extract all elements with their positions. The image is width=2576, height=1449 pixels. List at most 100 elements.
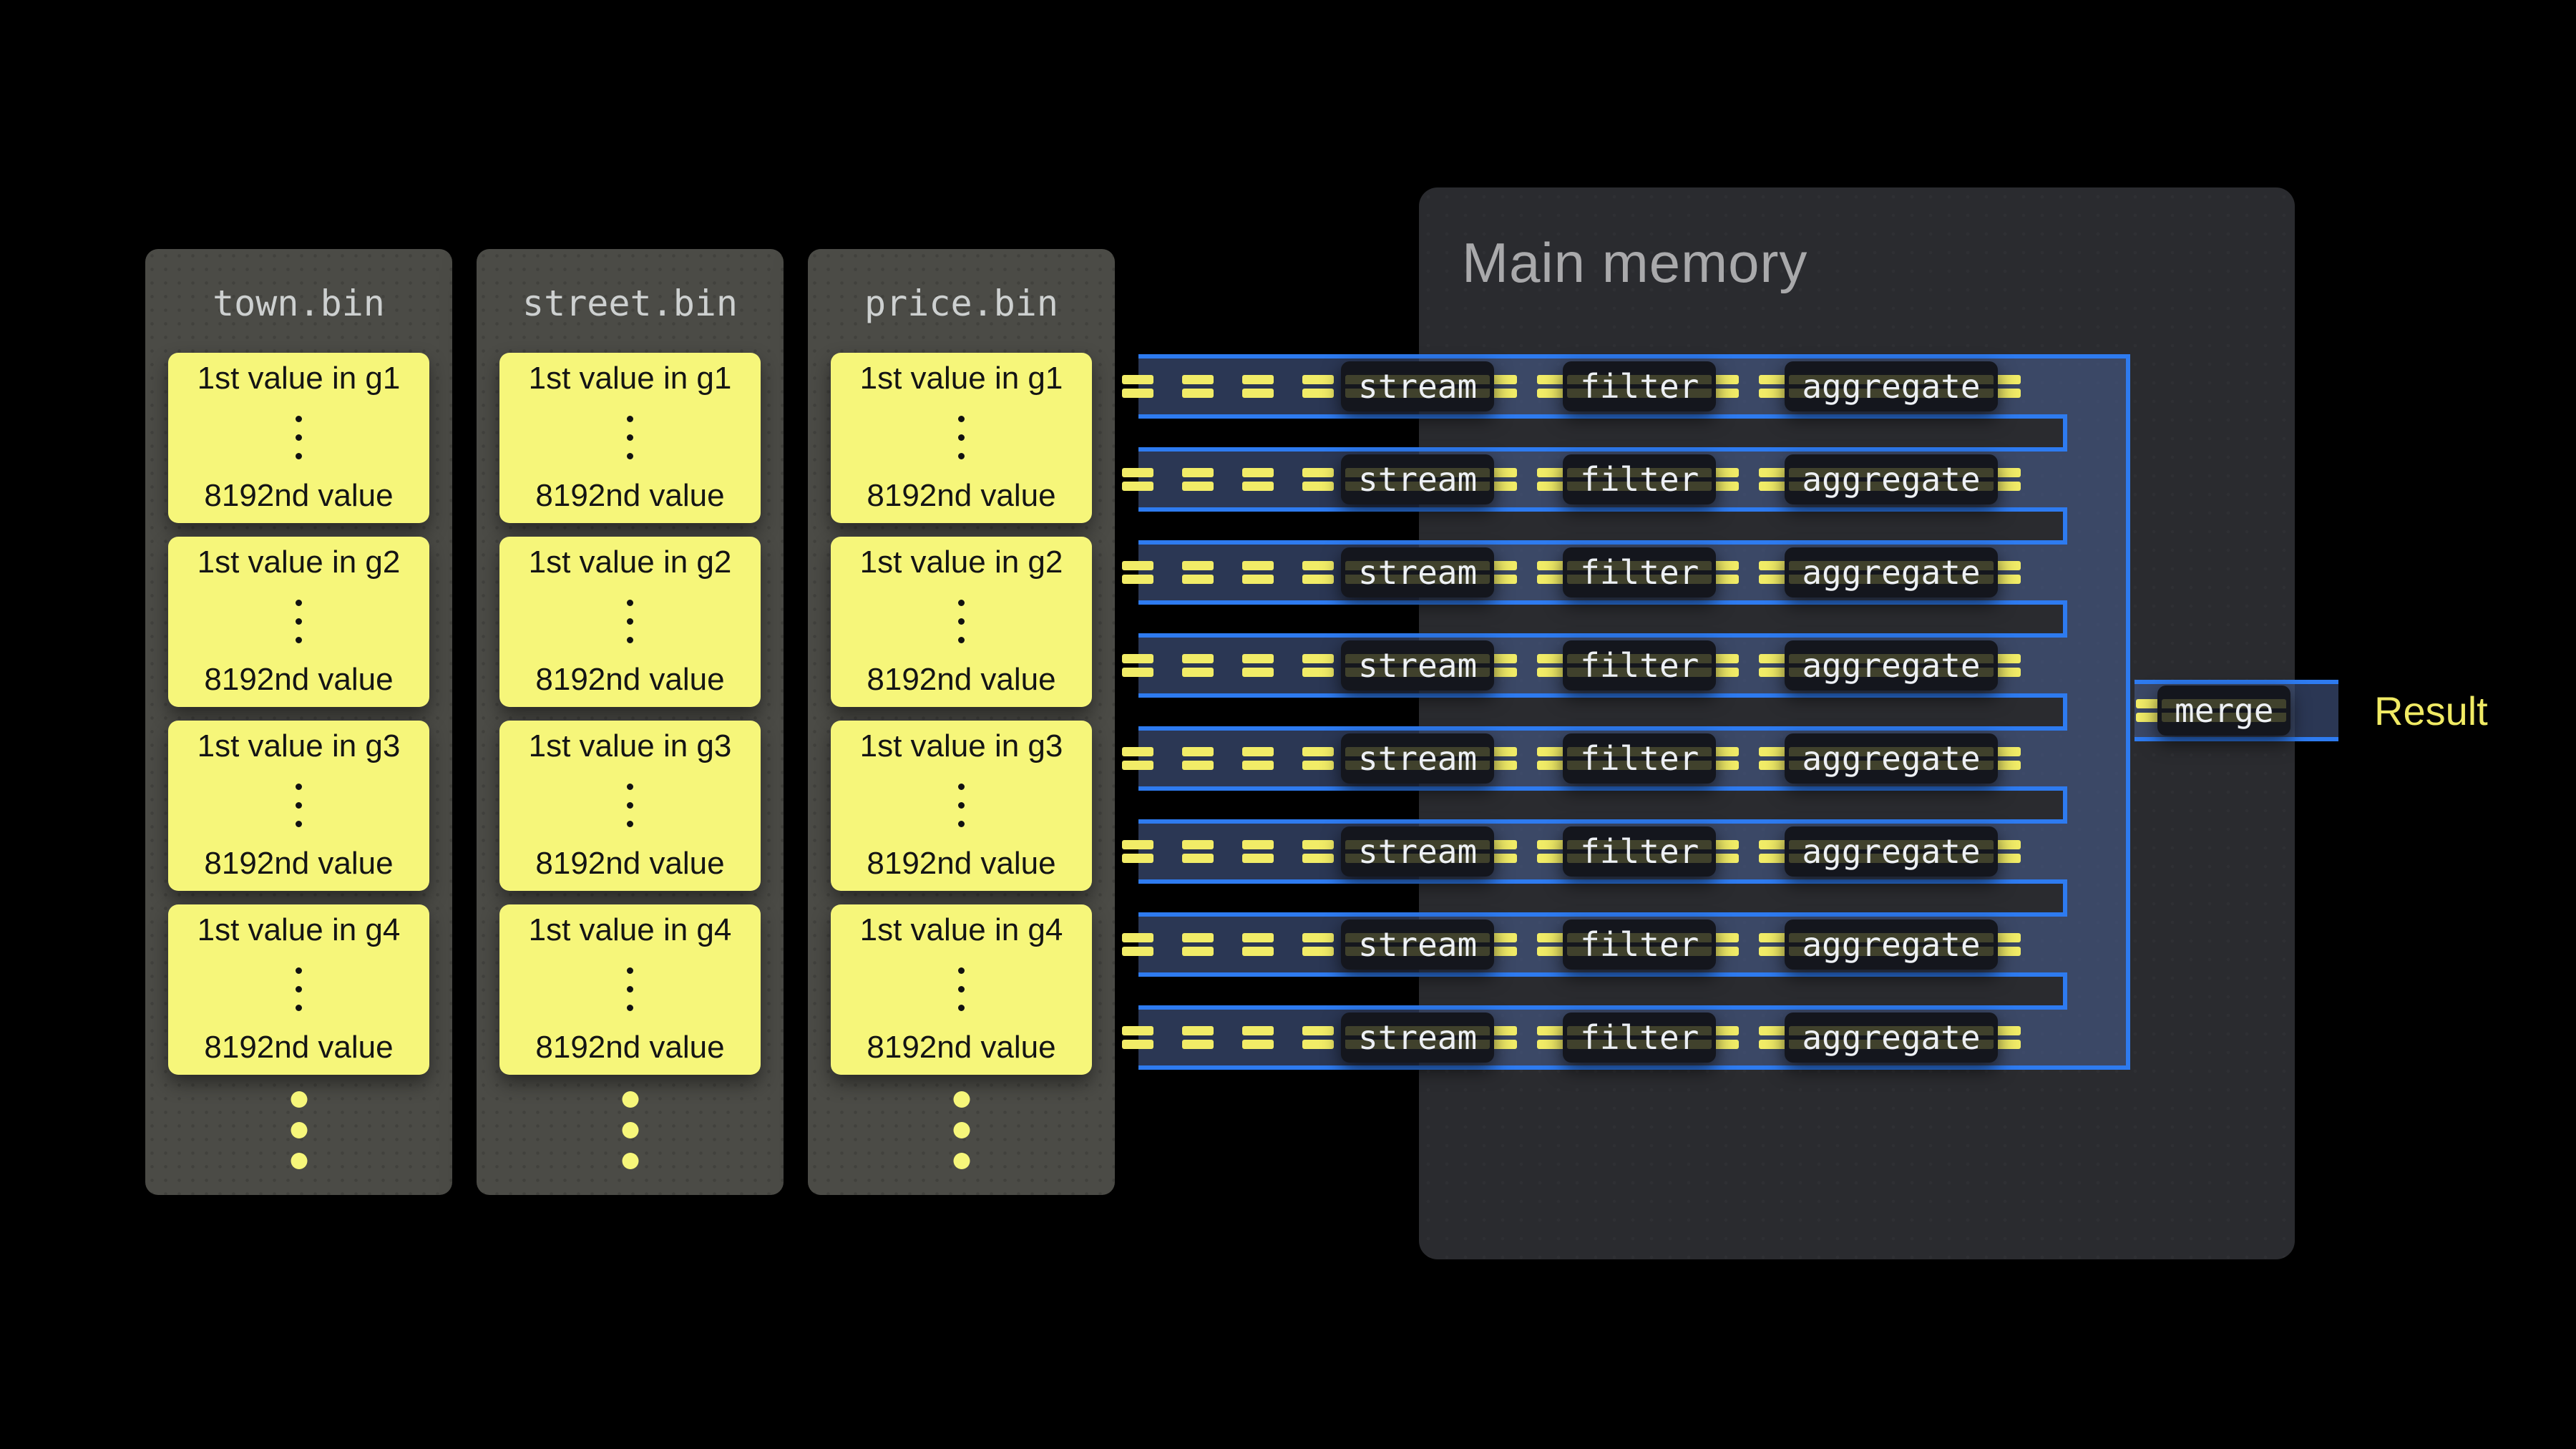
vertical-ellipsis-icon [627,784,633,827]
data-chunk-icon [1182,468,1214,491]
stage-badge-aggregate: aggregate [1785,361,1997,411]
file-panel: town.bin 1st value in g1 8192nd value 1s… [145,249,452,1195]
group-last-value-label: 8192nd value [204,661,393,698]
stage-badge-filter: filter [1563,547,1716,597]
stage-badge-aggregate: aggregate [1785,547,1997,597]
group-last-value-label: 8192nd value [867,1029,1055,1066]
stage-badge-aggregate: aggregate [1785,733,1997,784]
data-chunk-icon [1302,561,1334,584]
vertical-ellipsis-icon [627,416,633,459]
data-chunk-icon [1302,375,1334,398]
group-first-value-label: 1st value in g1 [529,360,732,397]
data-chunk-icon [1122,1026,1153,1049]
value-group-box: 1st value in g4 8192nd value [168,904,429,1075]
merge-band: merge [2135,680,2338,741]
data-chunk-icon [1302,747,1334,770]
group-last-value-label: 8192nd value [535,661,724,698]
stage-badge-stream: stream [1341,733,1494,784]
pipeline-row: stream filter aggregate [1122,824,2021,879]
pipeline-row: stream filter aggregate [1122,731,2021,786]
group-first-value-label: 1st value in g2 [197,544,401,581]
group-first-value-label: 1st value in g2 [529,544,732,581]
pipeline-gap [1138,879,2067,917]
group-first-value-label: 1st value in g3 [529,728,732,765]
pipeline-row: stream filter aggregate [1122,358,2021,414]
data-chunk-icon [1242,747,1274,770]
value-group-box: 1st value in g3 8192nd value [168,721,429,891]
data-chunk-icon [1182,561,1214,584]
value-group-box: 1st value in g2 8192nd value [831,537,1092,707]
group-first-value-label: 1st value in g2 [860,544,1063,581]
file-title: town.bin [145,283,452,323]
group-last-value-label: 8192nd value [204,1029,393,1066]
file-title: street.bin [477,283,784,323]
stage-badge-filter: filter [1563,826,1716,877]
pipeline-row: stream filter aggregate [1122,917,2021,972]
group-first-value-label: 1st value in g4 [860,912,1063,949]
stage-badge-filter: filter [1563,361,1716,411]
data-chunk-icon [1122,840,1153,863]
value-group-box: 1st value in g1 8192nd value [168,353,429,523]
merge-badge: merge [2157,686,2290,736]
vertical-ellipsis-icon [958,967,965,1011]
data-chunk-icon [1122,375,1153,398]
data-chunk-icon [1242,840,1274,863]
diagram-canvas: Main memory town.bin 1st value in g1 819… [0,0,2576,1449]
stage-badge-stream: stream [1341,547,1494,597]
vertical-ellipsis-icon [296,600,302,643]
stage-badge-aggregate: aggregate [1785,640,1997,691]
vertical-ellipsis-icon [627,967,633,1011]
stage-badge-filter: filter [1563,919,1716,970]
file-panel: price.bin 1st value in g1 8192nd value 1… [808,249,1115,1195]
data-chunk-icon [1182,654,1214,677]
group-first-value-label: 1st value in g1 [860,360,1063,397]
data-chunk-icon [1242,1026,1274,1049]
data-chunk-icon [1122,747,1153,770]
group-last-value-label: 8192nd value [535,477,724,514]
stage-badge-stream: stream [1341,454,1494,504]
file-title: price.bin [808,283,1115,323]
data-chunk-icon [1302,840,1334,863]
group-last-value-label: 8192nd value [867,661,1055,698]
pipeline-row: stream filter aggregate [1122,638,2021,693]
value-group-box: 1st value in g1 8192nd value [831,353,1092,523]
group-first-value-label: 1st value in g1 [197,360,401,397]
pipeline-row: stream filter aggregate [1122,1010,2021,1065]
group-last-value-label: 8192nd value [535,845,724,882]
value-group-box: 1st value in g4 8192nd value [831,904,1092,1075]
vertical-ellipsis-icon [627,600,633,643]
value-group-box: 1st value in g1 8192nd value [499,353,761,523]
value-group-box: 1st value in g3 8192nd value [499,721,761,891]
value-group-box: 1st value in g3 8192nd value [831,721,1092,891]
data-chunk-icon [1242,468,1274,491]
pipeline-gap [1138,600,2067,638]
data-chunk-icon [1182,840,1214,863]
stage-badge-filter: filter [1563,640,1716,691]
data-chunk-icon [1182,747,1214,770]
vertical-ellipsis-icon [296,784,302,827]
data-chunk-icon [1242,561,1274,584]
stage-badge-stream: stream [1341,1013,1494,1063]
data-chunk-icon [1302,654,1334,677]
data-chunk-icon [1122,468,1153,491]
stage-badge-aggregate: aggregate [1785,826,1997,877]
pipeline-gap [1138,693,2067,731]
value-group-box: 1st value in g4 8192nd value [499,904,761,1075]
data-chunk-icon [1182,1026,1214,1049]
data-chunk-icon [1122,654,1153,677]
stage-badge-stream: stream [1341,640,1494,691]
stage-badge-aggregate: aggregate [1785,919,1997,970]
stage-badge-aggregate: aggregate [1785,454,1997,504]
pipeline-gap [1138,507,2067,545]
result-label: Result [2374,680,2488,741]
data-chunk-icon [1242,375,1274,398]
more-groups-ellipsis-icon [953,1091,970,1169]
pipeline-row: stream filter aggregate [1122,452,2021,507]
group-last-value-label: 8192nd value [204,477,393,514]
group-first-value-label: 1st value in g4 [529,912,732,949]
pipeline-block: stream filter aggregate stream filter ag… [1138,354,2130,1070]
value-group-box: 1st value in g2 8192nd value [499,537,761,707]
data-chunk-icon [1122,561,1153,584]
stage-badge-filter: filter [1563,1013,1716,1063]
vertical-ellipsis-icon [958,600,965,643]
